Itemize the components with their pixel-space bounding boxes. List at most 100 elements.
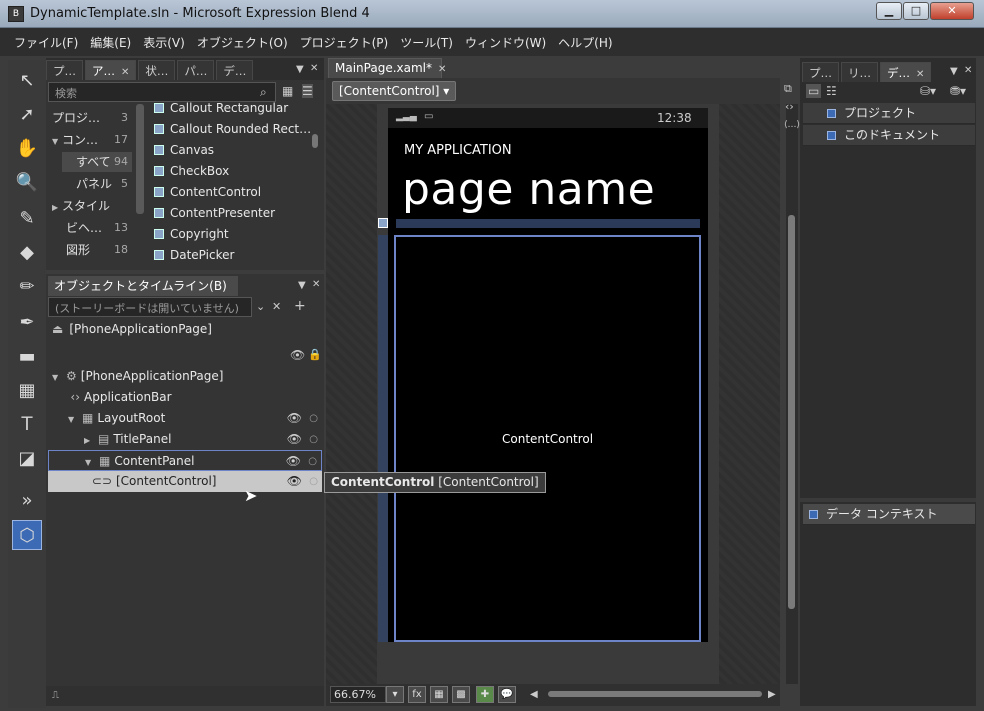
asset-scrollbar[interactable] <box>312 134 318 148</box>
tab-assets[interactable]: ア… ✕ <box>85 60 137 80</box>
asset-item[interactable]: ContentControl <box>154 182 261 202</box>
eye-icon[interactable]: 👁 <box>287 408 302 429</box>
data-item-project[interactable]: プロジェクト <box>803 103 975 124</box>
lock-icon[interactable]: 🔒 <box>308 348 322 361</box>
menu-project[interactable]: プロジェクト(P) <box>294 34 395 51</box>
tree-row[interactable]: ▼ ▦ LayoutRoot 👁 ○ <box>48 408 322 429</box>
asset-item[interactable]: Callout Rounded Rect… <box>154 119 311 139</box>
tree-row-selected[interactable]: ⊂⊃ [ContentControl] 👁 ○ <box>48 471 322 492</box>
pan-hand-icon[interactable]: ✋ <box>12 134 42 164</box>
page-title[interactable]: page name <box>402 164 655 215</box>
lock-dot-icon[interactable]: ○ <box>308 451 317 472</box>
grid-row-ruler[interactable] <box>378 235 388 642</box>
asset-item[interactable]: Callout Rectangular <box>154 98 288 118</box>
scroll-right-icon[interactable]: ▶ <box>768 689 776 700</box>
category-scrollbar[interactable] <box>136 104 144 214</box>
menu-help[interactable]: ヘルプ(H) <box>552 34 618 51</box>
pin-icon[interactable]: ▼ <box>950 66 958 77</box>
asset-item[interactable]: DatePicker <box>154 245 234 265</box>
zoom-field[interactable]: 66.67% <box>330 686 386 703</box>
lock-dot-icon[interactable]: ○ <box>309 408 318 429</box>
category-styles[interactable]: ▶ スタイル <box>52 196 132 216</box>
vertical-scroll-thumb[interactable] <box>788 215 795 609</box>
category-all[interactable]: すべて 94 <box>62 152 132 172</box>
lock-dot-icon[interactable]: ○ <box>309 429 318 450</box>
split-view-icon[interactable]: ⟨…⟩ <box>784 120 800 130</box>
blend-app-icon[interactable]: B <box>8 6 24 22</box>
tab-resources[interactable]: リ… <box>841 62 878 82</box>
menu-tools[interactable]: ツール(T) <box>394 34 459 51</box>
asset-item[interactable]: Copyright <box>154 224 229 244</box>
content-control-icon[interactable]: ⬡ <box>12 520 42 550</box>
expand-assets-icon[interactable]: » <box>12 486 42 516</box>
data-context-header[interactable]: データ コンテキスト <box>803 504 975 525</box>
category-shapes[interactable]: 図形 18 <box>52 240 132 260</box>
tab-properties[interactable]: プ… <box>802 62 839 82</box>
rectangle-icon[interactable]: ▬ <box>12 342 42 372</box>
close-icon[interactable]: ✕ <box>916 69 924 80</box>
add-storyboard-icon[interactable]: + <box>294 298 306 314</box>
lock-dot-icon[interactable]: ○ <box>309 471 318 492</box>
tab-data[interactable]: デ… <box>216 60 254 80</box>
grid-view-icon[interactable]: ▦ <box>282 84 293 98</box>
scroll-left-icon[interactable]: ◀ <box>530 689 538 700</box>
brush-icon[interactable]: ✏ <box>12 272 42 302</box>
close-icon[interactable]: ✕ <box>964 65 972 76</box>
collapse-icon[interactable]: ▼ <box>85 452 95 473</box>
close-icon[interactable]: ✕ <box>438 64 446 75</box>
list-mode-icon[interactable]: ▭ <box>806 84 822 98</box>
eye-icon[interactable]: 👁 <box>290 348 305 362</box>
storyboard-dropdown-icon[interactable]: ⌄ <box>256 300 265 313</box>
snap-lines-icon[interactable]: ✚ <box>476 686 494 703</box>
asset-item[interactable]: Canvas <box>154 140 214 160</box>
grid-adorner-icon[interactable] <box>378 218 388 228</box>
collapse-icon[interactable]: ▼ <box>68 409 78 430</box>
tree-row[interactable]: ‹› ApplicationBar <box>48 387 322 408</box>
panel-splitter[interactable] <box>800 498 976 502</box>
category-controls[interactable]: ▼ コン… 17 <box>52 130 132 150</box>
grid-layout-icon[interactable]: ▦ <box>12 376 42 406</box>
eye-icon[interactable]: 👁 <box>286 451 301 472</box>
menu-edit[interactable]: 編集(E) <box>84 34 137 51</box>
xaml-view-icon[interactable]: ‹› <box>785 100 794 113</box>
maximize-button[interactable]: □ <box>903 2 929 20</box>
zoom-icon[interactable]: 🔍 <box>12 168 42 198</box>
tab-parts[interactable]: パ… <box>177 60 215 80</box>
list-view-icon[interactable]: ☰ <box>302 84 313 98</box>
tree-row[interactable]: ▶ ▤ TitlePanel 👁 ○ <box>48 429 322 450</box>
tree-row[interactable]: ▼ ▦ ContentPanel 👁 ○ <box>48 450 322 471</box>
create-sample-data-icon[interactable]: ⛃▾ <box>950 84 966 98</box>
control-icon[interactable]: ◪ <box>12 444 42 474</box>
create-data-source-icon[interactable]: ⛁▾ <box>920 84 936 98</box>
application-title[interactable]: MY APPLICATION <box>404 143 512 158</box>
data-item-document[interactable]: このドキュメント <box>803 125 975 146</box>
scope-up-icon[interactable]: ⏏ <box>52 322 63 336</box>
storyboard-picker[interactable]: (ストーリーボードは開いていません) <box>48 297 252 317</box>
paint-bucket-icon[interactable]: ◆ <box>12 238 42 268</box>
eye-icon[interactable]: 👁 <box>287 471 302 492</box>
close-icon[interactable]: ✕ <box>310 63 318 74</box>
menu-file[interactable]: ファイル(F) <box>8 34 84 51</box>
menu-object[interactable]: オブジェクト(O) <box>191 34 294 51</box>
close-storyboard-icon[interactable]: ✕ <box>272 300 281 313</box>
collapse-icon[interactable]: ▼ <box>52 367 62 388</box>
timeline-toggle-icon[interactable]: ⎍ <box>52 690 59 701</box>
tab-states[interactable]: 状… <box>138 60 176 80</box>
category-behaviors[interactable]: ビヘ… 13 <box>52 218 132 238</box>
close-button[interactable]: ✕ <box>930 2 974 20</box>
menu-window[interactable]: ウィンドウ(W) <box>459 34 552 51</box>
category-panels[interactable]: パネル 5 <box>62 174 132 194</box>
eye-icon[interactable]: 👁 <box>287 429 302 450</box>
scope-label[interactable]: ⏏ [PhoneApplicationPage] <box>52 322 212 336</box>
tab-data[interactable]: デ… ✕ <box>880 62 932 82</box>
zoom-dropdown-icon[interactable]: ▾ <box>386 686 404 703</box>
snap-grid-icon[interactable]: ▩ <box>452 686 470 703</box>
eyedropper-icon[interactable]: ✎ <box>12 204 42 234</box>
breadcrumb[interactable]: [ContentControl] ▾ <box>332 81 457 101</box>
tab-projects[interactable]: プ… <box>46 60 83 80</box>
tree-row[interactable]: ▼ ⚙ [PhoneApplicationPage] <box>48 366 322 387</box>
annotations-icon[interactable]: 💬 <box>498 686 516 703</box>
effects-toggle-icon[interactable]: fx <box>408 686 426 703</box>
expand-icon[interactable]: ▶ <box>84 430 94 451</box>
design-view-icon[interactable]: ⧉ <box>784 82 792 96</box>
